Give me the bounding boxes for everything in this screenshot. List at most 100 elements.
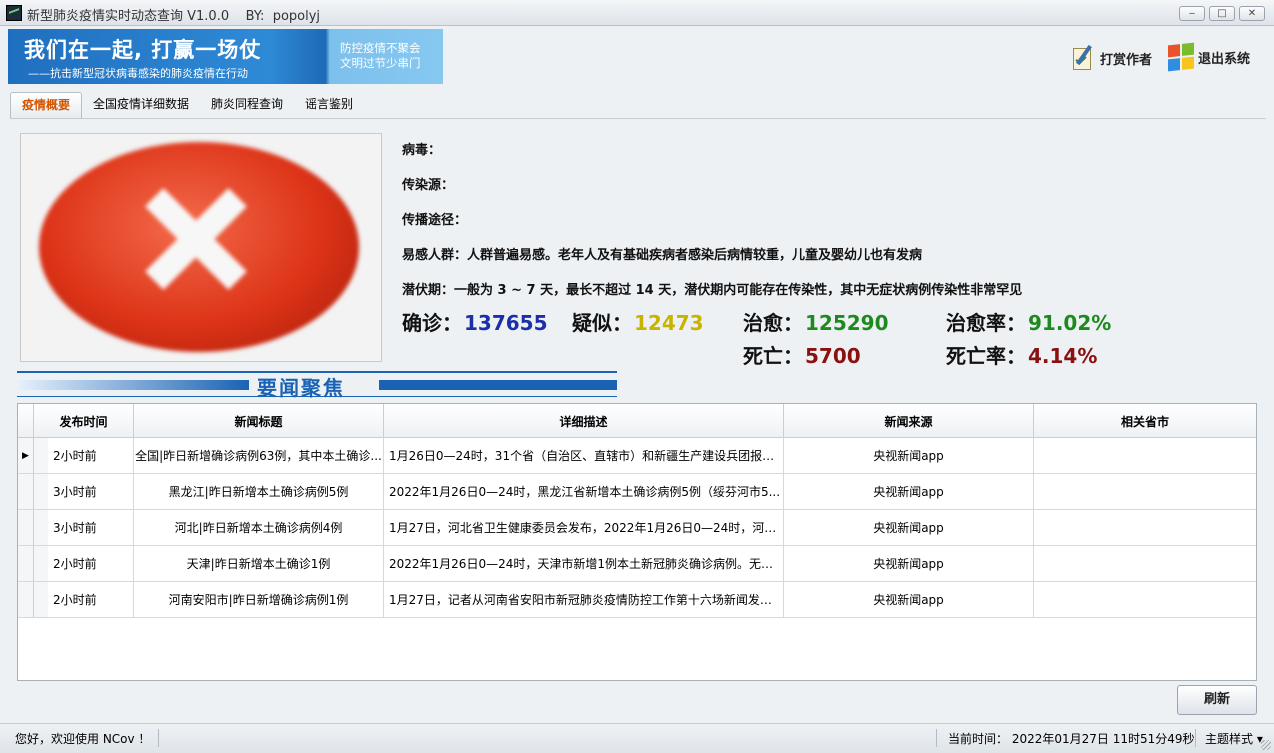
cell-title-text: 黑龙江|昨日新增本土确诊病例5例 (168, 485, 349, 499)
incubation-period-text: 潜伏期：一般为 3 ~ 7 天，最长不超过 14 天，潜伏期内可能存在传染性，其… (402, 283, 1023, 298)
transmission-route-label: 传播途径： (402, 213, 468, 228)
tab-overview[interactable]: 疫情概要 (10, 92, 83, 118)
row-header[interactable] (18, 546, 34, 581)
cell-description-text: 2022年1月26日0—24时，天津市新增1例本土新冠肺炎确诊病例。无新... (389, 557, 783, 571)
tab-divider (10, 118, 1266, 119)
cell-time[interactable]: 3小时前 (34, 474, 134, 509)
news-header-bar-left (17, 380, 249, 390)
cell-source[interactable]: 央视新闻app (784, 546, 1034, 581)
death-rate-stat: 死亡率： 4.14% (946, 340, 1097, 369)
status-separator (936, 729, 937, 747)
virus-image-panel (20, 133, 382, 362)
cell-province[interactable] (1034, 438, 1256, 473)
reward-author-button[interactable]: 打赏作者 (1070, 44, 1152, 72)
cell-title[interactable]: 黑龙江|昨日新增本土确诊病例5例 (134, 474, 384, 509)
reward-icon (1070, 44, 1096, 72)
status-bar: 您好，欢迎使用 NCov ！ 当前时间： 2022年01月27日 11时51分4… (0, 723, 1274, 753)
death-value: 5700 (805, 344, 861, 368)
column-header-source[interactable]: 新闻来源 (784, 404, 1034, 438)
theme-style-dropdown[interactable]: 主题样式 ▾ (1205, 730, 1263, 747)
table-row[interactable]: 2小时前 天津|昨日新增本土确诊1例 2022年1月26日0—24时，天津市新增… (18, 546, 1256, 582)
row-selected-arrow-icon: ▶ (18, 438, 34, 473)
cell-time[interactable]: 2小时前 (34, 438, 134, 473)
news-table[interactable]: 发布时间 新闻标题 详细描述 新闻来源 相关省市 ▶ 2小时前 全国|昨日新增确… (17, 403, 1257, 681)
cell-description-text: 1月27日，记者从河南省安阳市新冠肺炎疫情防控工作第十六场新闻发布... (389, 593, 783, 607)
infection-source-label: 传染源： (402, 178, 455, 193)
cell-description[interactable]: 1月27日，记者从河南省安阳市新冠肺炎疫情防控工作第十六场新闻发布... (384, 582, 784, 617)
cell-title-text: 河北|昨日新增本土确诊病例4例 (174, 521, 343, 535)
exit-system-button[interactable]: 退出系统 (1168, 42, 1251, 72)
cell-source[interactable]: 央视新闻app (784, 474, 1034, 509)
status-separator (1195, 729, 1196, 747)
cured-stat: 治愈： 125290 (743, 307, 889, 336)
column-header-province[interactable]: 相关省市 (1034, 404, 1256, 438)
table-row[interactable]: 3小时前 河北|昨日新增本土确诊病例4例 1月27日，河北省卫生健康委员会发布，… (18, 510, 1256, 546)
refresh-button[interactable]: 刷新 (1177, 685, 1257, 715)
row-header[interactable] (18, 474, 34, 509)
cell-description[interactable]: 1月26日0—24时，31个省（自治区、直辖市）和新疆生产建设兵团报告... (384, 438, 784, 473)
table-row[interactable]: 2小时前 河南安阳市|昨日新增确诊病例1例 1月27日，记者从河南省安阳市新冠肺… (18, 582, 1256, 618)
virus-label: 病毒： (402, 143, 442, 158)
death-label: 死亡： (743, 344, 803, 368)
cell-description-text: 2022年1月26日0—24时，黑龙江省新增本土确诊病例5例（绥芬河市5... (389, 485, 781, 499)
minimize-button[interactable]: ‒ (1179, 6, 1205, 21)
news-header-underline (17, 396, 617, 397)
column-header-title[interactable]: 新闻标题 (134, 404, 384, 438)
cell-source[interactable]: 央视新闻app (784, 582, 1034, 617)
cell-title[interactable]: 全国|昨日新增确诊病例63例，其中本土确诊... (134, 438, 384, 473)
death-rate-label: 死亡率： (946, 344, 1026, 368)
cell-time[interactable]: 2小时前 (34, 546, 134, 581)
maximize-button[interactable]: □ (1209, 6, 1235, 21)
table-row[interactable]: ▶ 2小时前 全国|昨日新增确诊病例63例，其中本土确诊... 1月26日0—2… (18, 438, 1256, 474)
cell-source[interactable]: 央视新闻app (784, 510, 1034, 545)
suspected-value: 12473 (634, 311, 704, 335)
status-separator (158, 729, 159, 747)
cell-province[interactable] (1034, 582, 1256, 617)
death-rate-value: 4.14% (1028, 344, 1098, 368)
banner-notice-line2: 文明过节少串门 (340, 56, 421, 70)
banner-subtitle: ——抗击新型冠状病毒感染的肺炎疫情在行动 (28, 67, 248, 80)
resize-grip-icon[interactable] (1261, 740, 1271, 750)
cell-province[interactable] (1034, 474, 1256, 509)
confirmed-stat: 确诊： 137655 (402, 307, 548, 336)
tab-bar: 疫情概要 全国疫情详细数据 肺炎同程查询 谣言鉴别 (10, 92, 364, 118)
confirmed-value: 137655 (464, 311, 548, 335)
cell-title[interactable]: 天津|昨日新增本土确诊1例 (134, 546, 384, 581)
close-button[interactable]: ✕ (1239, 6, 1265, 21)
cell-title-text: 全国|昨日新增确诊病例63例，其中本土确诊... (135, 449, 382, 463)
cell-title[interactable]: 河南安阳市|昨日新增确诊病例1例 (134, 582, 384, 617)
app-icon (6, 5, 22, 21)
cure-rate-label: 治愈率： (946, 311, 1026, 335)
cell-time[interactable]: 3小时前 (34, 510, 134, 545)
cell-description[interactable]: 2022年1月26日0—24时，黑龙江省新增本土确诊病例5例（绥芬河市5... (384, 474, 784, 509)
cell-province[interactable] (1034, 510, 1256, 545)
banner-slogan: 我们在一起, 打赢一场仗 (24, 38, 262, 62)
death-stat: 死亡： 5700 (743, 340, 861, 369)
column-header-time[interactable]: 发布时间 (34, 404, 134, 438)
row-header[interactable] (18, 510, 34, 545)
cell-description[interactable]: 1月27日，河北省卫生健康委员会发布，2022年1月26日0—24时，河北... (384, 510, 784, 545)
reward-author-label: 打赏作者 (1100, 52, 1153, 68)
cell-time[interactable]: 2小时前 (34, 582, 134, 617)
cured-label: 治愈： (743, 311, 803, 335)
column-header-description[interactable]: 详细描述 (384, 404, 784, 438)
cell-description[interactable]: 2022年1月26日0—24时，天津市新增1例本土新冠肺炎确诊病例。无新... (384, 546, 784, 581)
news-header-bar-right (379, 380, 617, 390)
tab-rumor-check[interactable]: 谣言鉴别 (294, 92, 364, 118)
cell-province[interactable] (1034, 546, 1256, 581)
windows-logo-icon (1168, 42, 1194, 72)
tab-same-trip[interactable]: 肺炎同程查询 (200, 92, 294, 118)
susceptible-population-text: 易感人群：人群普遍易感。老年人及有基础疾病者感染后病情较重，儿童及婴幼儿也有发病 (402, 248, 923, 263)
cell-title[interactable]: 河北|昨日新增本土确诊病例4例 (134, 510, 384, 545)
exit-system-label: 退出系统 (1198, 51, 1251, 67)
row-header[interactable] (18, 582, 34, 617)
table-row[interactable]: 3小时前 黑龙江|昨日新增本土确诊病例5例 2022年1月26日0—24时，黑龙… (18, 474, 1256, 510)
news-table-header: 发布时间 新闻标题 详细描述 新闻来源 相关省市 (18, 404, 1256, 438)
confirmed-label: 确诊： (402, 311, 462, 335)
cell-source[interactable]: 央视新闻app (784, 438, 1034, 473)
tab-national-data[interactable]: 全国疫情详细数据 (82, 92, 200, 118)
banner-image: 我们在一起, 打赢一场仗 ——抗击新型冠状病毒感染的肺炎疫情在行动 防控疫情不聚… (8, 29, 443, 84)
close-x-icon (139, 184, 249, 294)
cell-title-text: 天津|昨日新增本土确诊1例 (186, 557, 331, 571)
cured-value: 125290 (805, 311, 889, 335)
